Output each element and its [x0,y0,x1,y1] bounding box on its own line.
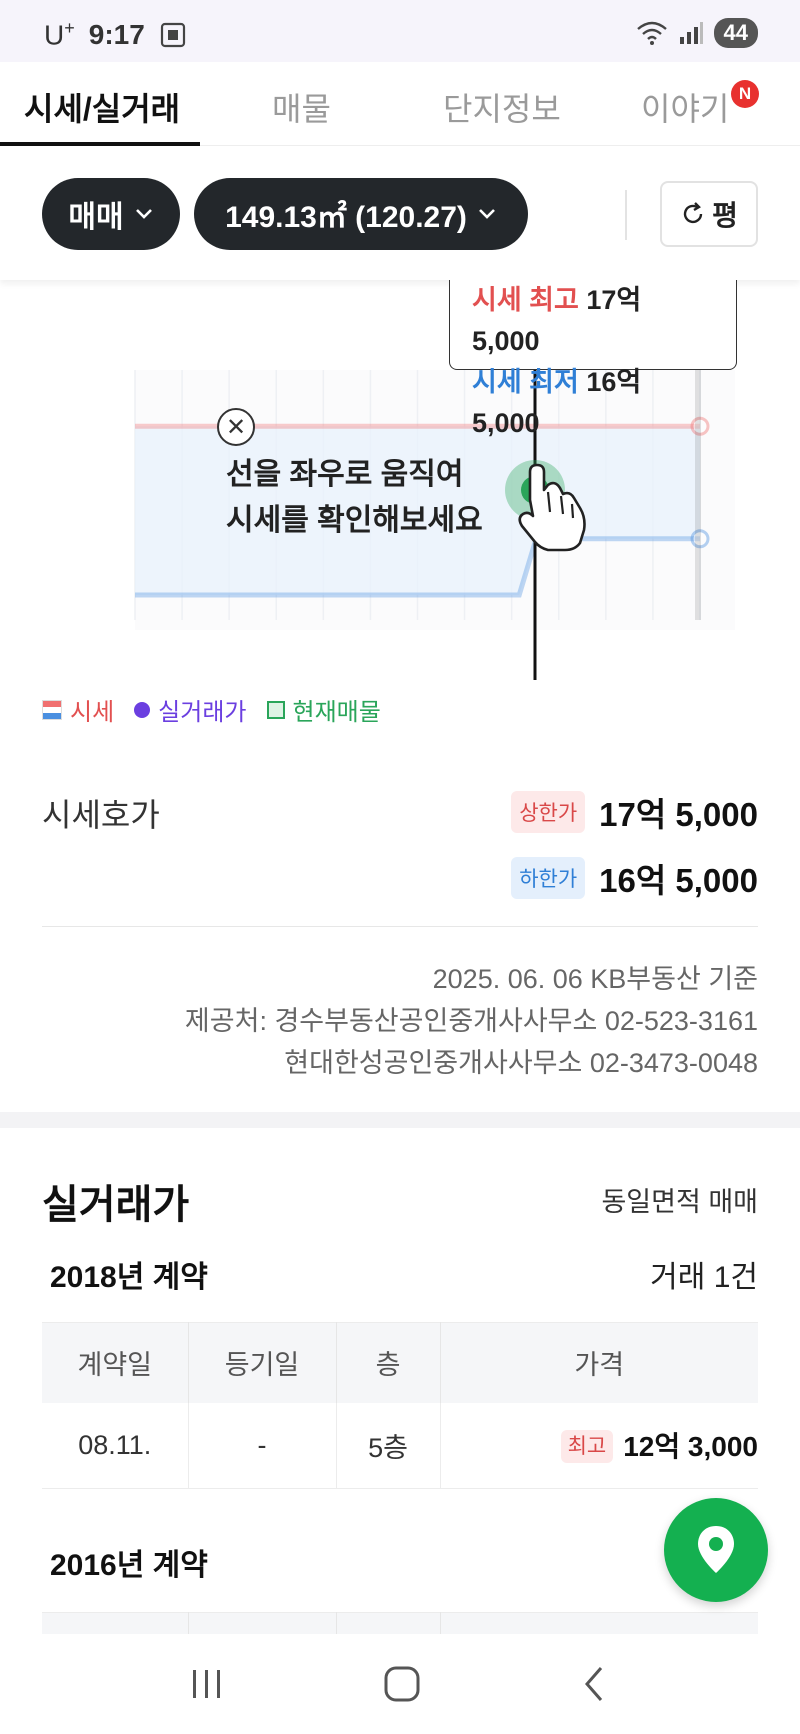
legend-deal-label: 실거래가 [158,699,247,726]
column-registration-date: 등기일 [188,1322,337,1403]
recent-apps-icon[interactable] [187,1666,227,1702]
row-price-value: 12억 3,000 [623,1431,758,1463]
legend-deal-swatch [134,701,151,718]
source-date: 2025. 06. 06 KB부동산 기준 [432,964,758,994]
trade-type-dropdown[interactable]: 매매 [42,178,180,250]
deal-count-2018: 거래 1건 [650,1261,758,1294]
deal-filter-button[interactable]: 동일면적 매매 [601,1180,758,1219]
screenshot-icon [160,22,185,47]
asking-price-label: 시세호가 [42,797,160,833]
wifi-icon [636,21,667,45]
guide-line-2: 시세를 확인해보세요 [226,504,483,537]
price-chart[interactable]: 시세 최고 17억 5,000 시세 최저 16억 5,000 ✕ 선을 좌우로… [0,280,800,690]
top-tabs: 시세/실거래 매물 단지정보 이야기 [0,62,800,146]
lower-price-row: 하한가 16억 5,000 [511,854,758,902]
source-info: 2025. 06. 06 KB부동산 기준 제공처: 경수부동산공인중개사사무소… [185,958,758,1084]
column-price: 가격 [440,1322,758,1403]
source-provider-2: 현대한성공인중개사사무소 02-3473-0048 [284,1048,758,1078]
tooltip-high-label: 시세 최고 [472,285,579,315]
upper-limit-badge: 상한가 [511,791,586,833]
table-row[interactable]: 08.11. - 5층 최고 12억 3,000 [42,1402,758,1489]
legend-listing-label: 현재매물 [292,699,381,726]
divider [42,926,758,927]
deal-section-title: 실거래가 [42,1183,190,1227]
unit-toggle-label: 평 [712,200,738,231]
tab-story[interactable]: 이야기 [641,84,729,130]
legend-deal[interactable]: 실거래가 [134,692,247,727]
row-registration-date: - [188,1402,337,1489]
map-pin-icon [698,1526,734,1573]
chart-legend: 시세 실거래가 현재매물 [42,692,381,727]
divider [625,190,627,240]
home-icon[interactable] [382,1664,422,1704]
row-floor: 5층 [336,1402,441,1489]
deal-table: 계약일 등기일 층 가격 08.11. - 5층 최고 12억 3,000 [42,1322,758,1489]
filter-bar: 매매 149.13㎡ (120.27) 평 [0,146,800,280]
back-icon[interactable] [577,1664,613,1704]
lower-limit-value: 16억 5,000 [599,862,758,899]
legend-sise-label: 시세 [70,699,115,726]
status-bar: U+ 9:17 44 [0,0,800,62]
table-header-stub [42,1612,758,1634]
area-dropdown[interactable]: 149.13㎡ (120.27) [194,178,528,250]
upper-price-row: 상한가 17억 5,000 [511,788,758,836]
column-contract-date: 계약일 [42,1322,189,1403]
year-heading-2018: 2018년 계약 [50,1261,208,1294]
legend-sise-swatch [42,699,62,720]
upper-limit-value: 17억 5,000 [599,796,758,833]
legend-listing[interactable]: 현재매물 [266,692,381,727]
lower-limit-badge: 하한가 [511,857,586,899]
refresh-icon [683,202,703,224]
tab-price-deal[interactable]: 시세/실거래 [24,84,180,130]
price-tooltip: 시세 최고 17억 5,000 시세 최저 16억 5,000 [449,280,737,438]
guide-line-1: 선을 좌우로 움직여 [226,458,464,491]
map-button[interactable] [664,1498,768,1602]
chart-guide-text: 선을 좌우로 움직여 시세를 확인해보세요 [226,452,483,544]
area-label: 149.13㎡ (120.27) [225,201,467,234]
legend-listing-swatch [266,700,285,719]
close-icon[interactable]: ✕ [217,408,255,446]
tooltip-low-label: 시세 최저 [472,367,579,397]
trade-type-label: 매매 [68,201,124,234]
divider [188,1612,189,1634]
table-header-row: 계약일 등기일 층 가격 [42,1322,758,1403]
row-contract-date: 08.11. [42,1402,189,1489]
source-provider-1: 제공처: 경수부동산공인중개사사무소 02-523-3161 [184,1006,758,1036]
row-price: 최고 12억 3,000 [440,1402,758,1489]
section-divider [0,1112,800,1128]
cell-signal-icon [679,22,703,44]
divider [336,1612,337,1634]
column-floor: 층 [336,1322,441,1403]
chevron-down-icon [479,209,495,219]
divider [440,1612,441,1634]
unit-toggle-button[interactable]: 평 [660,181,758,247]
tab-complex-info[interactable]: 단지정보 [443,84,561,130]
legend-sise[interactable]: 시세 [42,692,114,727]
max-price-badge: 최고 [560,1430,614,1464]
chevron-down-icon [135,209,152,219]
new-badge: N [731,80,759,108]
clock: 9:17 [88,18,145,50]
carrier-label: U+ [44,18,75,51]
tab-listings[interactable]: 매물 [272,84,331,130]
system-nav-bar [0,1634,800,1734]
year-heading-2016: 2016년 계약 [50,1549,208,1582]
battery-indicator: 44 [713,18,758,48]
